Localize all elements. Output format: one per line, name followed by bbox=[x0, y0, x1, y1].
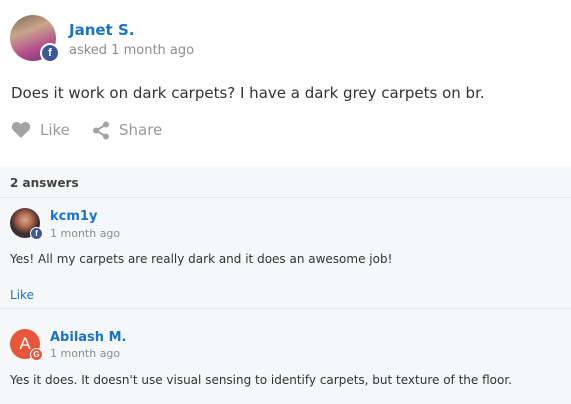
answer-text: Yes! All my carpets are really dark and … bbox=[10, 252, 393, 266]
answer-author-name[interactable]: Abilash M. bbox=[50, 330, 126, 345]
answers-count: 2 answers bbox=[10, 176, 79, 190]
answer-text: Yes it does. It doesn't use visual sensi… bbox=[10, 373, 512, 387]
facebook-badge-icon: f bbox=[40, 43, 60, 63]
share-icon bbox=[93, 121, 109, 139]
question-timestamp: asked 1 month ago bbox=[69, 43, 195, 58]
question-text: Does it work on dark carpets? I have a d… bbox=[11, 84, 485, 102]
divider bbox=[0, 197, 571, 198]
like-button[interactable]: Like bbox=[11, 119, 70, 141]
heart-icon bbox=[11, 122, 31, 138]
answer-timestamp: 1 month ago bbox=[50, 347, 121, 360]
divider bbox=[0, 308, 571, 309]
google-badge-icon: G bbox=[30, 348, 43, 361]
question-author-avatar[interactable]: f bbox=[10, 15, 60, 63]
answer-author-avatar[interactable]: f bbox=[10, 208, 43, 240]
answer-author-avatar[interactable]: A G bbox=[10, 329, 43, 361]
answer-timestamp: 1 month ago bbox=[50, 227, 121, 240]
question-author-name[interactable]: Janet S. bbox=[69, 21, 134, 39]
answer-like-link[interactable]: Like bbox=[10, 288, 34, 302]
answer-author-name[interactable]: kcm1y bbox=[50, 209, 97, 224]
like-label: Like bbox=[40, 121, 70, 139]
answers-section: 2 answers f kcm1y 1 month ago Yes! All m… bbox=[0, 166, 571, 404]
facebook-badge-icon: f bbox=[30, 227, 43, 240]
question-card: f Janet S. asked 1 month ago Does it wor… bbox=[0, 0, 571, 166]
share-label: Share bbox=[119, 121, 163, 139]
share-button[interactable]: Share bbox=[92, 119, 162, 141]
qa-widget: f Janet S. asked 1 month ago Does it wor… bbox=[0, 0, 571, 404]
